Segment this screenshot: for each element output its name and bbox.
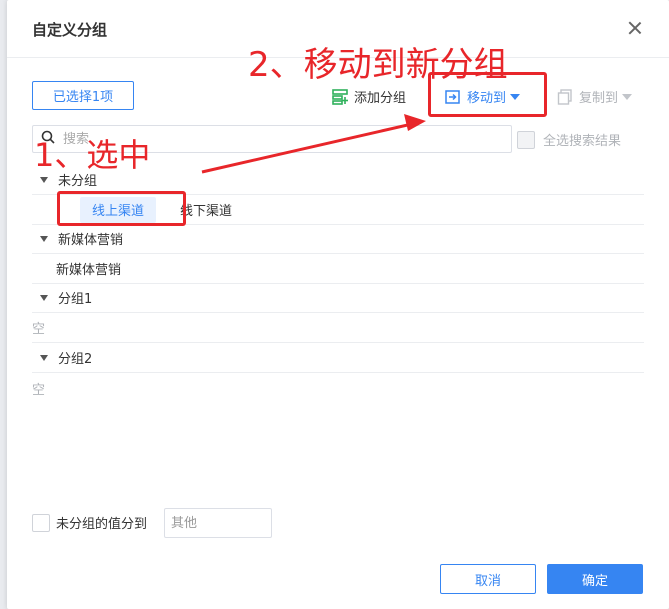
unassigned-label: 未分组的值分到 — [56, 517, 148, 532]
group-items-group2: 空 — [32, 373, 644, 403]
group-items-new-media: 新媒体营销 — [32, 254, 644, 284]
select-all-checkbox[interactable] — [517, 130, 535, 149]
group-name: 新媒体营销 — [58, 233, 124, 248]
add-group-icon — [332, 88, 348, 105]
group-name: 分组2 — [58, 352, 93, 367]
dialog-title: 自定义分组 — [32, 21, 108, 39]
empty-label: 空 — [32, 382, 46, 398]
caret-down-icon — [40, 235, 48, 242]
copy-icon — [557, 88, 573, 105]
copy-to-button[interactable]: 复制到 — [557, 87, 633, 106]
copy-to-label: 复制到 — [579, 91, 619, 106]
unassigned-checkbox[interactable] — [32, 513, 50, 532]
group-item-new-media[interactable]: 新媒体营销 — [44, 256, 133, 282]
add-group-label: 添加分组 — [354, 91, 407, 106]
caret-down-icon — [40, 176, 48, 183]
custom-group-dialog: 自定义分组 已选择1项 添加分组 移动到 复制到 搜索 全选搜索结果 未分组 线… — [7, 0, 669, 609]
cancel-button[interactable]: 取消 — [440, 564, 536, 594]
close-icon[interactable] — [625, 18, 645, 38]
group-header-group2[interactable]: 分组2 — [32, 343, 644, 373]
other-group-input[interactable] — [164, 508, 272, 538]
confirm-button[interactable]: 确定 — [547, 564, 643, 594]
annotation-step2: 2、移动到新分组 — [248, 45, 508, 85]
add-group-button[interactable]: 添加分组 — [332, 87, 406, 106]
empty-label: 空 — [32, 322, 46, 337]
group-items-group1: 空 — [32, 313, 644, 343]
group-header-group1[interactable]: 分组1 — [32, 283, 644, 313]
selected-count-button[interactable]: 已选择1项 — [32, 81, 134, 110]
caret-down-icon — [40, 354, 48, 361]
group-name: 分组1 — [58, 292, 93, 307]
group-header-new-media[interactable]: 新媒体营销 — [32, 224, 644, 254]
select-all-label: 全选搜索结果 — [543, 134, 622, 149]
annotation-step1: 1、选中 — [34, 136, 151, 174]
annotation-box-select — [57, 191, 186, 226]
select-all-search-results[interactable]: 全选搜索结果 — [517, 130, 621, 149]
caret-down-icon — [40, 294, 48, 301]
chevron-down-icon — [622, 93, 633, 100]
unassigned-option[interactable]: 未分组的值分到 — [32, 513, 147, 532]
